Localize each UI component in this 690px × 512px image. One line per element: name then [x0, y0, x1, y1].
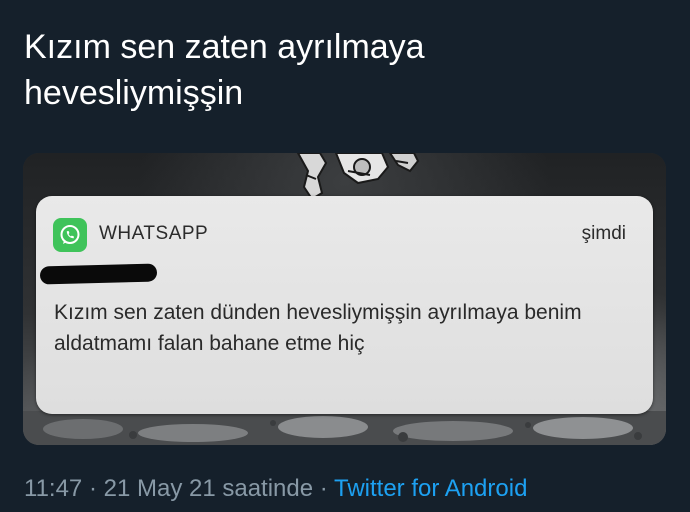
tweet-date[interactable]: 21 May 21 saatinde [104, 475, 313, 502]
astronaut-illustration [296, 153, 420, 201]
tweet-text: Kızım sen zaten ayrılmaya hevesliymişşin [24, 28, 425, 112]
tweet-page: Kızım sen zaten ayrılmaya hevesliymişşin [0, 0, 690, 512]
notification-app-name: WHATSAPP [99, 223, 209, 244]
meta-separator: · [82, 475, 104, 502]
whatsapp-icon [53, 218, 87, 252]
tweet-metadata: 11:47 · 21 May 21 saatinde · Twitter for… [24, 473, 527, 505]
tweet-time[interactable]: 11:47 [24, 475, 82, 502]
redacted-sender-name [39, 263, 158, 285]
notification-message: Kızım sen zaten dünden hevesliymişşin ay… [54, 301, 582, 355]
whatsapp-notification[interactable]: WHATSAPP şimdi Kızım sen zaten dünden he… [36, 196, 653, 414]
lunar-surface [23, 411, 666, 445]
tweet-source-link[interactable]: Twitter for Android [334, 475, 527, 502]
notification-time: şimdi [581, 223, 626, 244]
meta-separator: · [313, 475, 334, 502]
